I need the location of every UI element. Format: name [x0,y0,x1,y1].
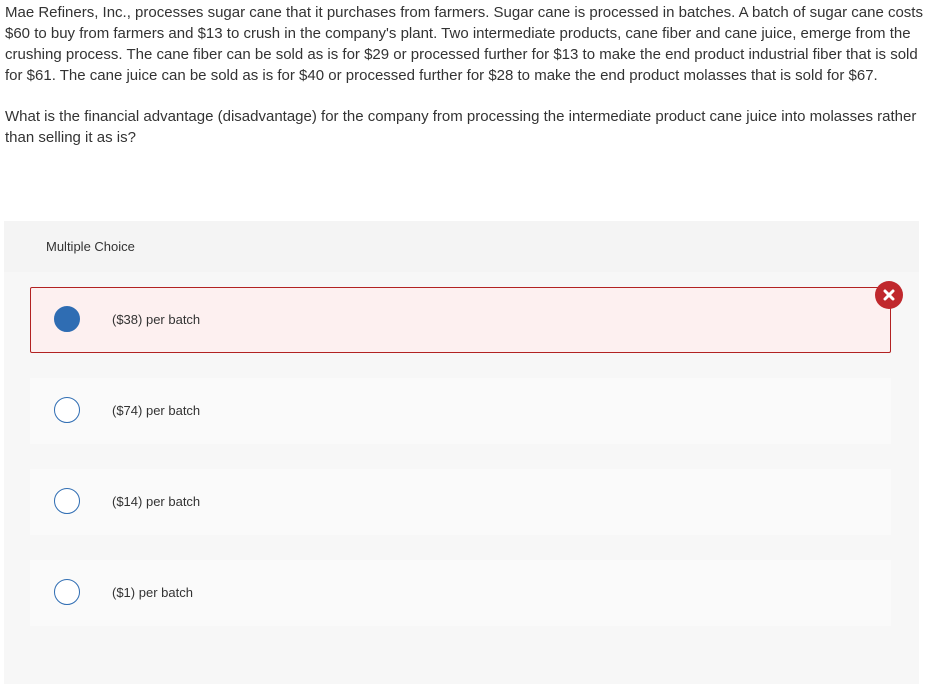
answer-option-label: ($14) per batch [112,494,201,509]
question-body: Mae Refiners, Inc., processes sugar cane… [5,4,923,84]
multiple-choice-header: Multiple Choice [46,239,135,254]
answer-option-label: ($74) per batch [112,403,201,418]
radio-button-selected[interactable] [54,306,80,332]
x-mark-icon [875,281,903,309]
answer-option[interactable]: ($74) per batch [30,378,891,444]
radio-button[interactable] [54,397,80,423]
radio-button[interactable] [54,488,80,514]
answer-option[interactable]: ($1) per batch [30,560,891,626]
answer-option[interactable]: ($38) per batch [30,287,891,353]
answer-option-label: ($38) per batch [112,312,201,327]
question-prompt: What is the financial advantage (disadva… [5,108,917,146]
question-text: Mae Refiners, Inc., processes sugar cane… [5,2,923,148]
answer-option-label: ($1) per batch [112,585,193,600]
x-mark-glyph [883,289,895,301]
radio-button[interactable] [54,579,80,605]
answer-option[interactable]: ($14) per batch [30,469,891,535]
